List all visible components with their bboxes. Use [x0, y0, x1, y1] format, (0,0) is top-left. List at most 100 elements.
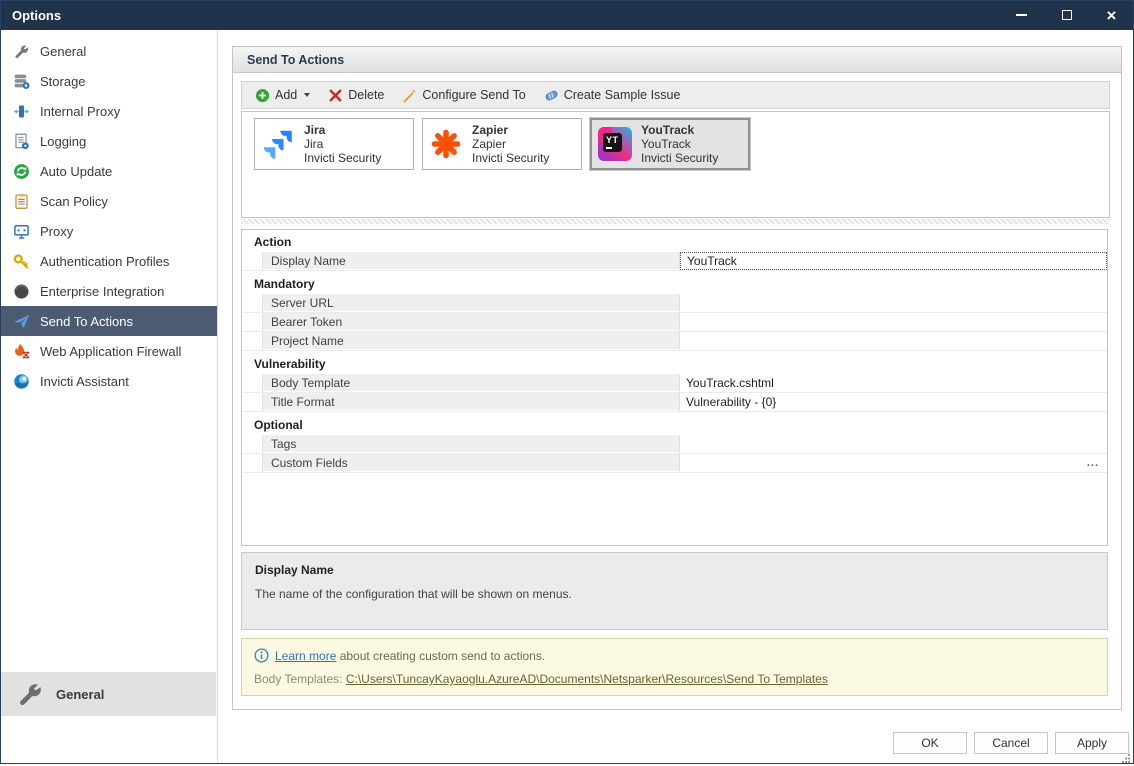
row-gutter [242, 435, 263, 453]
body-templates-label: Body Templates: [254, 672, 346, 686]
sidebar-item-label: Send To Actions [40, 314, 133, 329]
send-to-actions-panel: Send To Actions Add Delete Configure Sen… [232, 46, 1122, 710]
display-name-label[interactable]: Display Name [263, 252, 680, 270]
sidebar-item-storage[interactable]: Storage [0, 66, 217, 96]
tags-label[interactable]: Tags [263, 435, 680, 453]
property-grid: Action Display Name YouTrack Mandatory S… [241, 229, 1108, 546]
card-vendor: Invicti Security [641, 151, 718, 165]
sidebar: General Storage Internal Proxy Logging A… [0, 30, 218, 764]
body-template-label[interactable]: Body Template [263, 374, 680, 392]
maximize-button[interactable] [1044, 0, 1089, 30]
card-jira[interactable]: Jira Jira Invicti Security [254, 118, 414, 170]
learn-more-text: about creating custom send to actions. [336, 649, 545, 663]
sidebar-item-label: Enterprise Integration [40, 284, 164, 299]
grid-category-vulnerability: Vulnerability [242, 354, 1107, 374]
add-button[interactable]: Add [248, 86, 317, 105]
sidebar-item-proxy[interactable]: Proxy [0, 216, 217, 246]
card-youtrack[interactable]: YT YouTrack YouTrack Invicti Security [590, 118, 750, 170]
card-title: Jira [304, 123, 381, 137]
sidebar-item-label: Auto Update [40, 164, 112, 179]
close-icon: × [1107, 7, 1117, 24]
configure-send-to-button[interactable]: Configure Send To [395, 86, 532, 105]
sidebar-item-web-application-firewall[interactable]: Web Application Firewall [0, 336, 217, 366]
key-icon [12, 252, 30, 270]
jira-logo-icon [261, 127, 295, 161]
sidebar-item-authentication-profiles[interactable]: Authentication Profiles [0, 246, 217, 276]
sidebar-item-logging[interactable]: Logging [0, 126, 217, 156]
configure-label: Configure Send To [422, 88, 525, 102]
title-format-value[interactable]: Vulnerability - {0} [680, 393, 1107, 411]
description-text: The name of the configuration that will … [255, 587, 1094, 601]
scan-policy-icon [12, 192, 30, 210]
sidebar-item-label: General [40, 44, 86, 59]
delete-icon [328, 88, 343, 103]
create-sample-issue-label: Create Sample Issue [564, 88, 681, 102]
send-to-actions-list: Jira Jira Invicti Security Zapier Zapier… [241, 111, 1110, 218]
learn-more-link[interactable]: Learn more [275, 649, 336, 663]
server-url-label[interactable]: Server URL [263, 294, 680, 312]
bearer-token-label[interactable]: Bearer Token [263, 313, 680, 331]
display-name-value[interactable]: YouTrack [680, 252, 1107, 270]
info-icon [254, 648, 269, 663]
grid-category-optional: Optional [242, 415, 1107, 435]
minimize-button[interactable] [999, 0, 1044, 30]
firewall-icon [12, 342, 30, 360]
row-gutter [242, 393, 263, 411]
card-zapier[interactable]: Zapier Zapier Invicti Security [422, 118, 582, 170]
close-button[interactable]: × [1089, 0, 1134, 30]
server-url-value[interactable] [680, 294, 1107, 312]
body-templates-path-link[interactable]: C:\Users\TuncayKayaoglu.AzureAD\Document… [346, 672, 828, 686]
auto-update-icon [12, 162, 30, 180]
title-format-label[interactable]: Title Format [263, 393, 680, 411]
maximize-icon [1062, 10, 1072, 20]
zapier-logo-icon [429, 127, 463, 161]
internal-proxy-icon [12, 102, 30, 120]
tags-value[interactable] [680, 435, 1107, 453]
youtrack-logo-icon: YT [598, 127, 632, 161]
sidebar-footer-general[interactable]: General [0, 672, 216, 716]
project-name-value[interactable] [680, 332, 1107, 350]
grid-row-project-name: Project Name [242, 332, 1107, 351]
splitter-handle[interactable] [241, 219, 1110, 224]
grid-row-title-format: Title Format Vulnerability - {0} [242, 393, 1107, 412]
paper-plane-icon [12, 312, 30, 330]
card-vendor: Invicti Security [472, 151, 549, 165]
card-name: Zapier [472, 137, 549, 151]
ellipsis-button[interactable]: ... [1087, 454, 1107, 472]
delete-button[interactable]: Delete [321, 86, 391, 105]
resize-grip[interactable] [1122, 752, 1131, 761]
grid-category-action: Action [242, 232, 1107, 252]
sidebar-item-label: Authentication Profiles [40, 254, 169, 269]
sidebar-item-general[interactable]: General [0, 36, 217, 66]
sidebar-item-send-to-actions[interactable]: Send To Actions [0, 306, 217, 336]
ok-button[interactable]: OK [893, 732, 967, 754]
cancel-button[interactable]: Cancel [974, 732, 1048, 754]
sidebar-item-label: Logging [40, 134, 86, 149]
sidebar-item-auto-update[interactable]: Auto Update [0, 156, 217, 186]
group-header: Send To Actions [233, 47, 1121, 73]
sidebar-item-internal-proxy[interactable]: Internal Proxy [0, 96, 217, 126]
sidebar-item-label: Internal Proxy [40, 104, 120, 119]
custom-fields-value[interactable]: ... [680, 454, 1107, 472]
wrench-icon [16, 680, 44, 708]
sidebar-item-scan-policy[interactable]: Scan Policy [0, 186, 217, 216]
card-title: YouTrack [641, 123, 718, 137]
description-title: Display Name [255, 563, 1094, 577]
custom-fields-label[interactable]: Custom Fields [263, 454, 680, 472]
titlebar: Options × [0, 0, 1134, 30]
sidebar-item-enterprise-integration[interactable]: Enterprise Integration [0, 276, 217, 306]
group-header-title: Send To Actions [247, 53, 344, 67]
magic-wand-icon [402, 88, 417, 103]
grid-category-mandatory: Mandatory [242, 274, 1107, 294]
project-name-label[interactable]: Project Name [263, 332, 680, 350]
body-template-value[interactable]: YouTrack.cshtml [680, 374, 1107, 392]
sidebar-item-invicti-assistant[interactable]: Invicti Assistant [0, 366, 217, 396]
minimize-icon [1016, 14, 1027, 16]
create-sample-issue-button[interactable]: Create Sample Issue [537, 86, 688, 105]
card-name: Jira [304, 137, 381, 151]
grid-row-server-url: Server URL [242, 294, 1107, 313]
bearer-token-value[interactable] [680, 313, 1107, 331]
row-gutter [242, 252, 263, 270]
apply-button[interactable]: Apply [1055, 732, 1129, 754]
wrench-icon [12, 42, 30, 60]
